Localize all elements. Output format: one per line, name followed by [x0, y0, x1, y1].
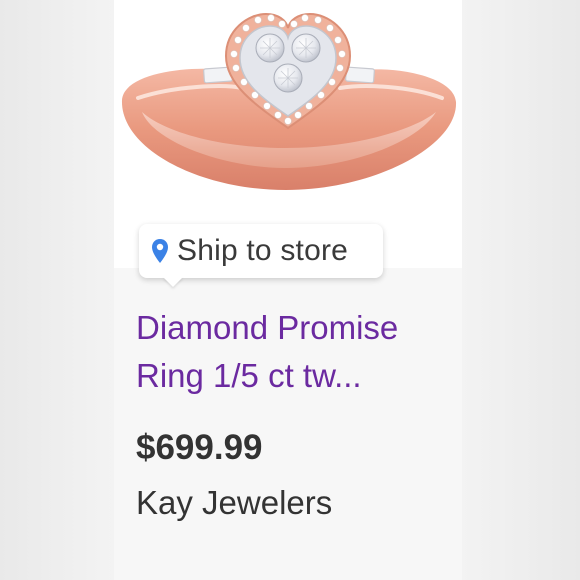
ship-to-store-badge[interactable]: Ship to store — [139, 224, 383, 278]
right-gutter — [462, 0, 580, 580]
left-gutter — [0, 0, 114, 580]
seller-name[interactable]: Kay Jewelers — [136, 484, 332, 522]
ship-to-store-label: Ship to store — [177, 234, 349, 267]
product-card[interactable]: Ship to store Diamond Promise Ring 1/5 c… — [114, 0, 462, 580]
product-title[interactable]: Diamond Promise Ring 1/5 ct tw... — [136, 304, 456, 400]
location-pin-icon — [151, 238, 169, 264]
product-price: $699.99 — [136, 428, 263, 467]
listing-tile: Ship to store Diamond Promise Ring 1/5 c… — [0, 0, 580, 580]
